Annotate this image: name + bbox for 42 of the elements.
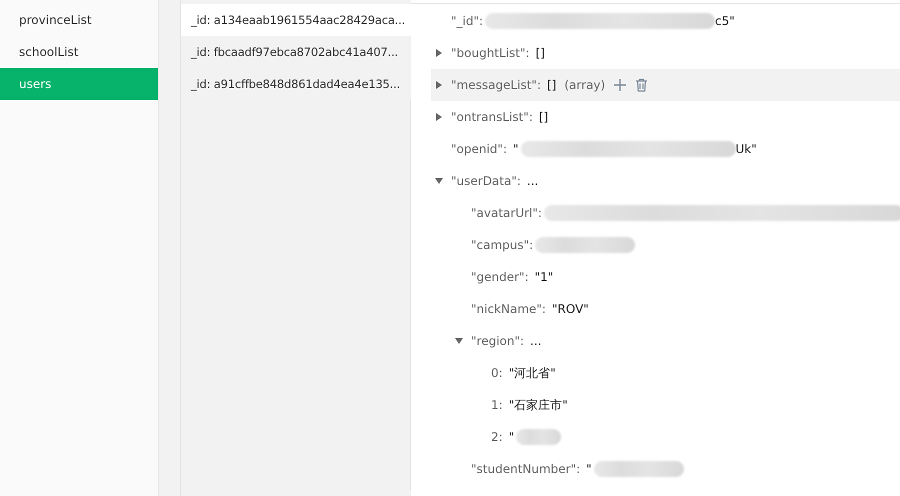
field-key: 1: bbox=[491, 398, 503, 412]
field-value: "ROV" bbox=[552, 302, 589, 316]
field-key: "campus": bbox=[471, 238, 534, 252]
field-key: "region": bbox=[471, 334, 524, 348]
field-value: " bbox=[512, 142, 519, 156]
field-value: "1" bbox=[534, 270, 554, 284]
field-value: " bbox=[508, 430, 514, 444]
caret-icon[interactable] bbox=[435, 49, 443, 57]
field-key: "gender": bbox=[471, 270, 529, 284]
caret-icon[interactable] bbox=[455, 337, 463, 345]
field-value: "石家庄市" bbox=[508, 396, 568, 414]
document-item[interactable]: _id: fbcaadf97ebca8702abc41a407... bbox=[181, 36, 411, 68]
collection-item[interactable]: schoolList bbox=[0, 36, 158, 68]
field-key: "nickName": bbox=[471, 302, 546, 316]
field-value: [] bbox=[536, 46, 545, 60]
collection-item[interactable]: provinceList bbox=[0, 4, 158, 36]
field-key: "messageList": bbox=[451, 78, 541, 92]
field-value: "河北省" bbox=[508, 364, 556, 382]
field-key: "studentNumber": bbox=[471, 462, 580, 476]
field-key: 0: bbox=[491, 366, 503, 380]
field-key: "userData": bbox=[451, 174, 521, 188]
field-key: "boughtList": bbox=[451, 46, 530, 60]
field-key: "openid": bbox=[451, 142, 507, 156]
field-value: ... bbox=[526, 174, 538, 188]
caret-icon[interactable] bbox=[435, 177, 443, 185]
field-key: "avatarUrl": bbox=[471, 206, 542, 220]
field-value: ... bbox=[530, 334, 542, 348]
document-item[interactable]: _id: a134eaab1961554aac28429aca... bbox=[181, 4, 411, 36]
field-value: [] bbox=[547, 78, 556, 92]
field-value: [] bbox=[538, 110, 548, 124]
add-icon[interactable] bbox=[613, 78, 628, 92]
caret-icon[interactable] bbox=[435, 113, 443, 121]
field-value: " bbox=[586, 462, 592, 476]
document-item[interactable]: _id: a91cffbe848d861dad4ea4e135... bbox=[181, 68, 411, 100]
caret-icon[interactable] bbox=[435, 81, 443, 89]
field-key: "_id": bbox=[451, 14, 484, 28]
field-value: c5" bbox=[715, 14, 735, 28]
field-key: "ontransList": bbox=[451, 110, 533, 124]
type-label: (array) bbox=[564, 78, 606, 92]
field-key: 2: bbox=[491, 430, 503, 444]
trash-icon[interactable] bbox=[635, 78, 648, 92]
field-value: Uk" bbox=[736, 142, 757, 156]
